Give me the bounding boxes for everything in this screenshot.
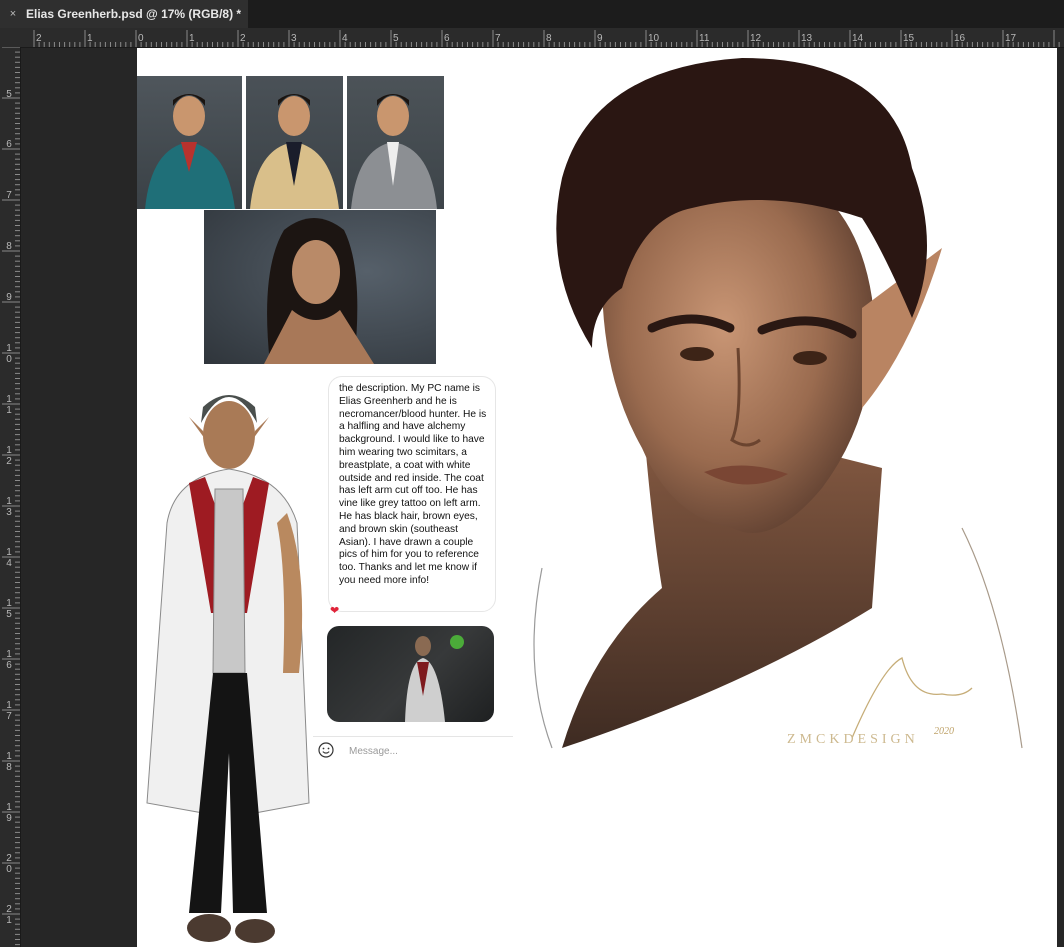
ruler-label: 1 9 — [6, 802, 12, 824]
ruler-label: 1 — [87, 33, 93, 44]
ruler-label: 15 — [903, 33, 915, 44]
ruler-label: 2 — [240, 33, 246, 44]
ruler-label: 10 — [648, 33, 660, 44]
ruler-label: 14 — [852, 33, 864, 44]
artwork-year: 2020 — [934, 726, 954, 737]
ruler-label: 1 2 — [6, 445, 12, 467]
ruler-label: 12 — [750, 33, 762, 44]
document-tab-title: Elias Greenherb.psd @ 17% (RGB/8) * — [26, 7, 242, 21]
ruler-label: 5 — [393, 33, 399, 44]
ruler-label: 5 — [6, 89, 12, 100]
heart-reaction-icon: ❤ — [330, 605, 340, 617]
horizontal-ruler[interactable]: 2 1 0 1 2 3 4 5 6 7 8 9 10 11 12 13 14 1… — [20, 28, 1064, 48]
ruler-label: 0 — [138, 33, 144, 44]
ruler-label: 1 5 — [6, 598, 12, 620]
ruler-label: 1 4 — [6, 547, 12, 569]
ruler-label: 4 — [342, 33, 348, 44]
reference-photo-figure — [145, 94, 235, 209]
ruler-label: 7 — [495, 33, 501, 44]
ruler-label: 2 1 — [6, 904, 12, 926]
reference-photo-figure — [351, 94, 437, 209]
ruler-label: 6 — [444, 33, 450, 44]
reference-photo — [204, 210, 436, 364]
character-reference-drawing — [146, 395, 310, 943]
ruler-label: 2 — [36, 33, 42, 44]
chat-message-input: Message... — [349, 746, 398, 757]
reference-photo — [246, 76, 343, 209]
ruler-label: 1 — [189, 33, 195, 44]
ruler-corner — [0, 28, 20, 47]
close-icon[interactable]: × — [0, 8, 26, 20]
ruler-label: 1 0 — [6, 343, 12, 365]
ruler-label: 1 6 — [6, 649, 12, 671]
ruler-label: 13 — [801, 33, 813, 44]
vertical-ruler[interactable]: 5 6 7 8 9 1 0 1 1 1 2 1 3 1 4 1 5 1 6 1 … — [0, 47, 21, 947]
document-canvas[interactable]: the description. My PC name is Elias Gre… — [137, 48, 1057, 947]
artist-watermark: ZMCKDESIGN — [787, 732, 919, 747]
ruler-label: 8 — [546, 33, 552, 44]
ruler-label: 1 8 — [6, 751, 12, 773]
ruler-label: 1 3 — [6, 496, 12, 518]
smiley-icon[interactable] — [318, 742, 334, 758]
ruler-label: 17 — [1005, 33, 1017, 44]
ruler-label: 3 — [291, 33, 297, 44]
ruler-label: 1 1 — [6, 394, 12, 416]
ruler-label: 2 0 — [6, 853, 12, 875]
reference-photo-figure — [264, 218, 374, 364]
ruler-label: 9 — [6, 292, 12, 303]
reference-photo-figure — [250, 94, 339, 209]
ruler-label: 8 — [6, 241, 12, 252]
ruler-label: 1 7 — [6, 700, 12, 722]
document-tab[interactable]: × Elias Greenherb.psd @ 17% (RGB/8) * — [0, 0, 248, 28]
ruler-label: 7 — [6, 190, 12, 201]
ruler-label: 16 — [954, 33, 966, 44]
reference-photo — [347, 76, 444, 209]
document-tab-bar: × Elias Greenherb.psd @ 17% (RGB/8) * — [0, 0, 1064, 28]
ruler-label: 11 — [699, 33, 710, 44]
ruler-label: 6 — [6, 139, 12, 150]
portrait-painting — [533, 58, 1023, 749]
reference-photo — [137, 76, 242, 209]
ruler-label: 9 — [597, 33, 603, 44]
